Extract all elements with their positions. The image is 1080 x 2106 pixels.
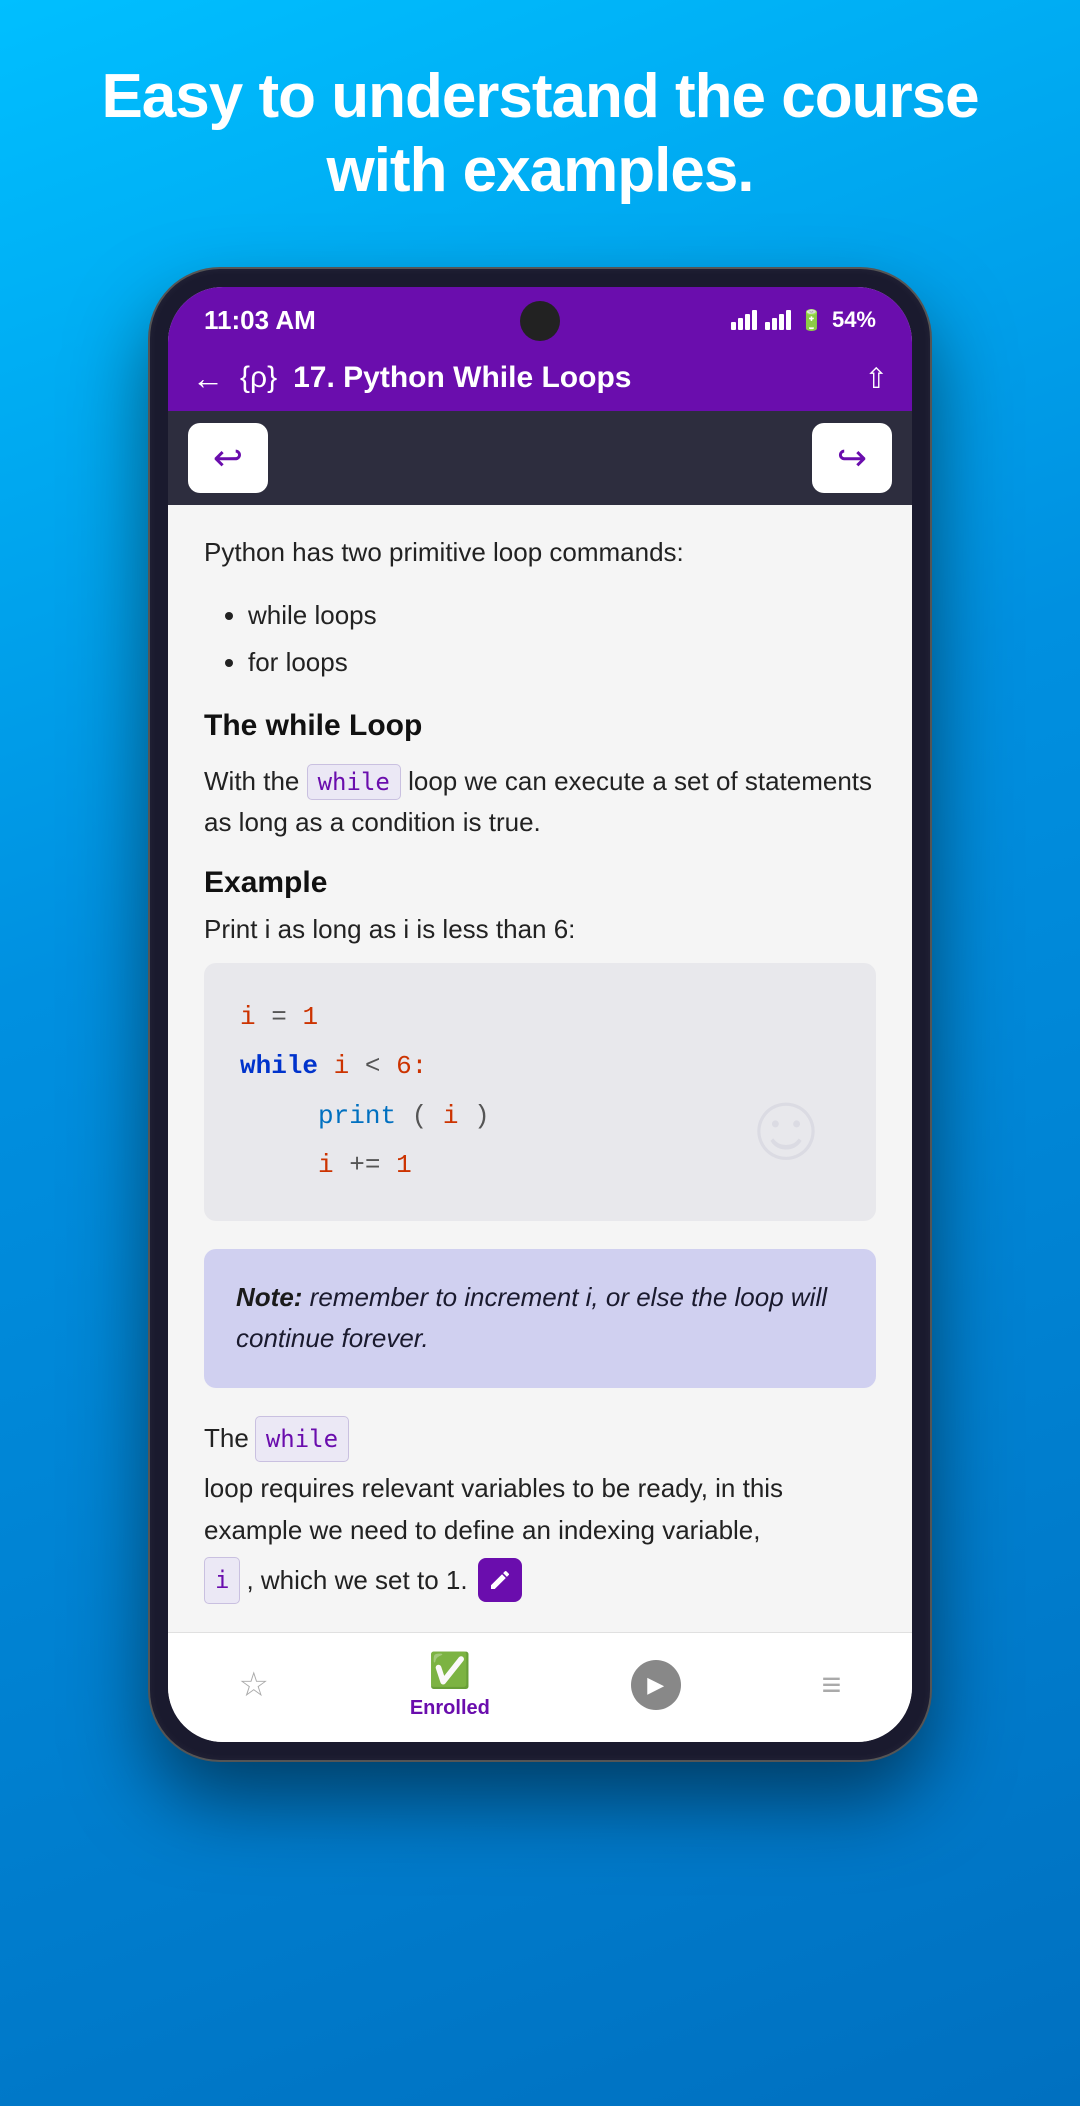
nav-arrows-row: ↩ ↪ — [168, 411, 912, 505]
content-area: Python has two primitive loop commands: … — [168, 505, 912, 1632]
while-loop-heading: The while Loop — [204, 709, 876, 743]
code-icon: {ρ} — [240, 361, 277, 395]
phone-screen: 11:03 AM 🔋 54% ← {ρ} 17. Python Whil — [168, 287, 912, 1742]
tab-enrolled[interactable]: ✅ Enrolled — [410, 1651, 490, 1720]
next-arrow-icon: ↪ — [837, 437, 867, 479]
prev-arrow-icon: ↩ — [213, 437, 243, 479]
note-text: Note: remember to increment i, or else t… — [236, 1277, 844, 1360]
code-paren-open: ( — [412, 1101, 428, 1131]
code-var-i2: i — [334, 1051, 350, 1081]
note-bold: Note: — [236, 1282, 302, 1312]
code-num-1b: 1 — [396, 1150, 412, 1180]
bottom-desc-middle: loop requires relevant variables to be r… — [204, 1468, 876, 1551]
back-button[interactable]: ← — [192, 360, 224, 397]
code-while: while — [240, 1051, 318, 1081]
example-label: Example — [204, 866, 876, 900]
tab-bar: ☆ ✅ Enrolled ▶ ≡ — [168, 1632, 912, 1742]
code-line-2: while i < 6: — [240, 1042, 840, 1091]
hero-title: Easy to understand the course with examp… — [0, 60, 1080, 209]
code-var-i: i — [240, 1002, 256, 1032]
share-button[interactable]: ⇧ — [865, 362, 888, 395]
code-pluseq: += — [349, 1150, 396, 1180]
code-paren-close: ) — [474, 1101, 490, 1131]
while-loop-desc: With the while loop we can execute a set… — [204, 761, 876, 842]
nav-bar: ← {ρ} 17. Python While Loops ⇧ — [168, 346, 912, 411]
desc-after: loop we can execute a set of statements … — [204, 766, 872, 836]
intro-text: Python has two primitive loop commands: — [204, 533, 876, 572]
code-line-4: i += 1 — [240, 1141, 840, 1190]
camera-notch — [520, 301, 560, 341]
tab-star[interactable]: ☆ — [238, 1665, 268, 1705]
edit-svg — [488, 1568, 512, 1592]
bullet-item-while: while loops — [248, 592, 876, 639]
star-icon: ☆ — [238, 1665, 268, 1705]
status-bar: 11:03 AM 🔋 54% — [168, 287, 912, 346]
code-block: i = 1 while i < 6: print — [204, 963, 876, 1221]
bottom-i-keyword: i — [204, 1557, 240, 1603]
note-box: Note: remember to increment i, or else t… — [204, 1249, 876, 1388]
status-time: 11:03 AM — [204, 305, 316, 336]
tab-play[interactable]: ▶ — [631, 1660, 681, 1710]
code-lt: < — [365, 1051, 396, 1081]
code-var-i4: i — [318, 1150, 334, 1180]
desc-before: With the — [204, 766, 299, 796]
next-button[interactable]: ↪ — [812, 423, 892, 493]
bottom-while-keyword: while — [255, 1416, 349, 1462]
tab-menu[interactable]: ≡ — [822, 1666, 842, 1705]
bottom-desc: The while loop requires relevant variabl… — [204, 1416, 876, 1604]
enrolled-label: Enrolled — [410, 1697, 490, 1720]
code-indent-1 — [240, 1101, 302, 1131]
code-num-6: 6: — [396, 1051, 427, 1081]
prev-button[interactable]: ↩ — [188, 423, 268, 493]
code-indent-2 — [240, 1150, 302, 1180]
code-line-3: print ( i ) — [240, 1092, 840, 1141]
code-op-eq: = — [271, 1002, 302, 1032]
battery-icon: 🔋 — [799, 308, 824, 333]
phone-frame: 11:03 AM 🔋 54% ← {ρ} 17. Python Whil — [150, 269, 930, 1760]
bottom-desc-before: The — [204, 1418, 249, 1460]
code-print: print — [318, 1101, 396, 1131]
watermark: ☺ — [756, 1078, 816, 1191]
bullet-list: while loops for loops — [204, 592, 876, 686]
while-keyword-inline: while — [307, 764, 401, 800]
check-icon: ✅ — [429, 1651, 471, 1691]
edit-icon[interactable] — [478, 1558, 522, 1602]
battery-percent: 54% — [832, 307, 876, 333]
nav-title: 17. Python While Loops — [293, 361, 848, 395]
code-var-i3: i — [443, 1101, 459, 1131]
play-icon: ▶ — [631, 1660, 681, 1710]
code-line-1: i = 1 — [240, 993, 840, 1042]
signal-bars-1 — [731, 310, 757, 330]
phone-mockup: 11:03 AM 🔋 54% ← {ρ} 17. Python Whil — [150, 269, 930, 1760]
bullet-item-for: for loops — [248, 639, 876, 686]
note-body: remember to increment i, or else the loo… — [236, 1282, 827, 1354]
bottom-desc-end: , which we set to 1. — [246, 1560, 467, 1602]
signal-bars-2 — [765, 310, 791, 330]
menu-icon: ≡ — [822, 1666, 842, 1705]
code-num-1: 1 — [302, 1002, 318, 1032]
example-desc: Print i as long as i is less than 6: — [204, 914, 876, 945]
status-icons: 🔋 54% — [731, 307, 876, 333]
